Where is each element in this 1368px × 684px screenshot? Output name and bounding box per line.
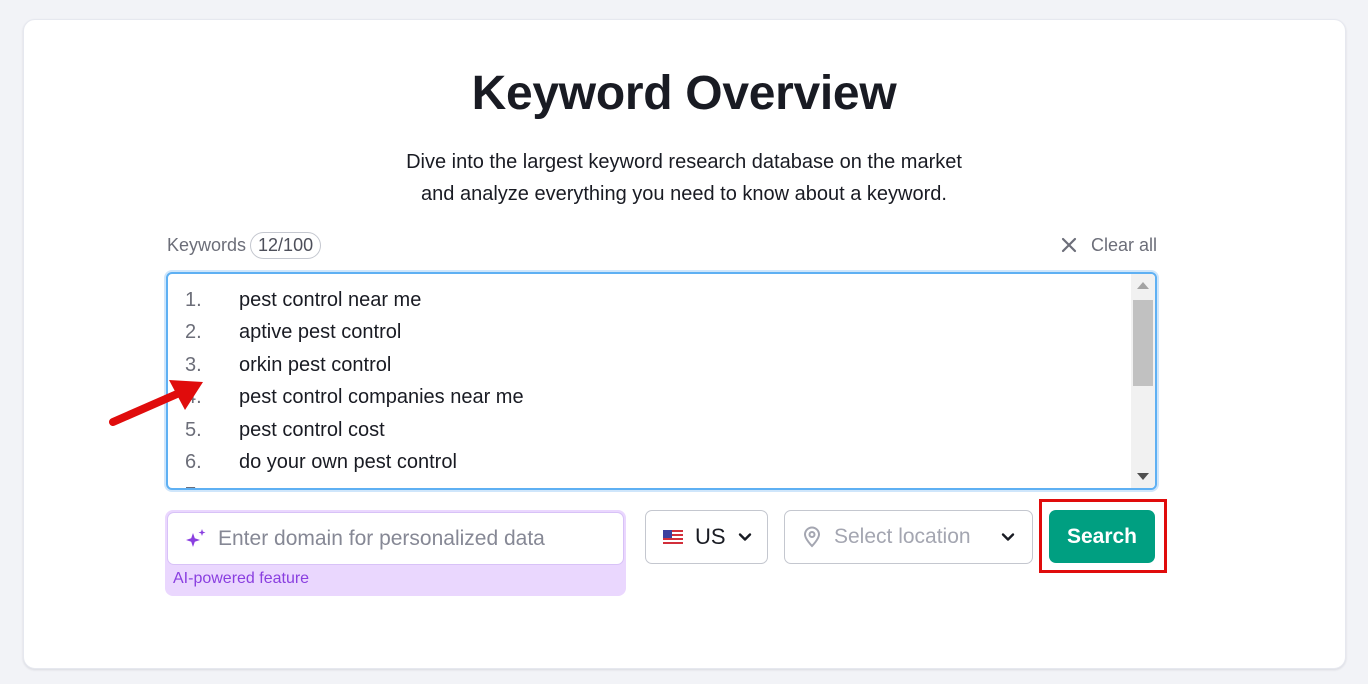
keyword-text: orkin pest control [239,353,392,376]
clear-all-button[interactable]: Clear all [1061,235,1157,256]
textarea-scrollbar[interactable] [1131,274,1155,488]
scroll-down-arrow-icon[interactable] [1137,473,1149,480]
keywords-list: 1. pest control near me 2. aptive pest c… [168,284,1129,488]
domain-input-group: AI-powered feature [165,510,626,596]
location-select[interactable]: Select location [784,510,1033,564]
scroll-up-arrow-icon[interactable] [1137,282,1149,289]
country-select[interactable]: US [645,510,768,564]
country-code: US [695,524,726,549]
keyword-item: 4. pest control companies near me [168,382,1129,415]
keyword-text: aptive pest control [239,321,402,344]
keyword-number: 6. [185,451,202,474]
chevron-down-icon [738,533,751,541]
keyword-item: 2. aptive pest control [168,317,1129,350]
ai-powered-label: AI-powered feature [173,570,310,587]
clear-all-label: Clear all [1090,234,1157,255]
location-placeholder: Select location [834,525,971,548]
keyword-number: 4. [185,386,202,409]
keyword-text: do your own pest control [239,451,457,474]
domain-input[interactable] [218,526,598,551]
keyword-text: pest control companies near me [239,386,524,409]
domain-input-box[interactable] [167,512,624,565]
keyword-number: 7. [168,484,239,488]
keywords-label: Keywords [167,234,247,255]
scrollbar-thumb[interactable] [1133,300,1153,386]
keyword-item: 7. [168,479,1129,488]
map-pin-icon [803,526,821,548]
subtitle-line-2: and analyze everything you need to know … [421,183,947,205]
keyword-number: 1. [185,288,202,311]
sparkles-icon [186,528,206,547]
us-flag-icon [663,530,683,544]
keywords-header: Keywords 12/100 Clear all [167,231,1157,259]
close-icon [1061,237,1077,253]
keywords-textarea[interactable]: 1. pest control near me 2. aptive pest c… [166,272,1157,490]
chevron-down-icon [1001,533,1015,541]
keyword-item: 1. pest control near me [168,284,1129,317]
keyword-item: 5. pest control cost [168,414,1129,447]
keyword-number: 5. [185,418,202,441]
keyword-text: pest control cost [239,418,385,441]
subtitle-line-1: Dive into the largest keyword research d… [406,151,962,173]
keyword-text: pest control near me [239,288,422,311]
keyword-number: 2. [185,321,202,344]
keywords-label-group: Keywords 12/100 [167,231,322,259]
keyword-number: 3. [185,353,202,376]
keyword-item: 6. do your own pest control [168,447,1129,480]
page-subtitle: Dive into the largest keyword research d… [0,146,1368,210]
page-title: Keyword Overview [471,67,897,120]
keyword-item: 3. orkin pest control [168,349,1129,382]
keywords-count-badge: 12/100 [250,231,322,259]
search-button[interactable]: Search [1049,510,1155,563]
